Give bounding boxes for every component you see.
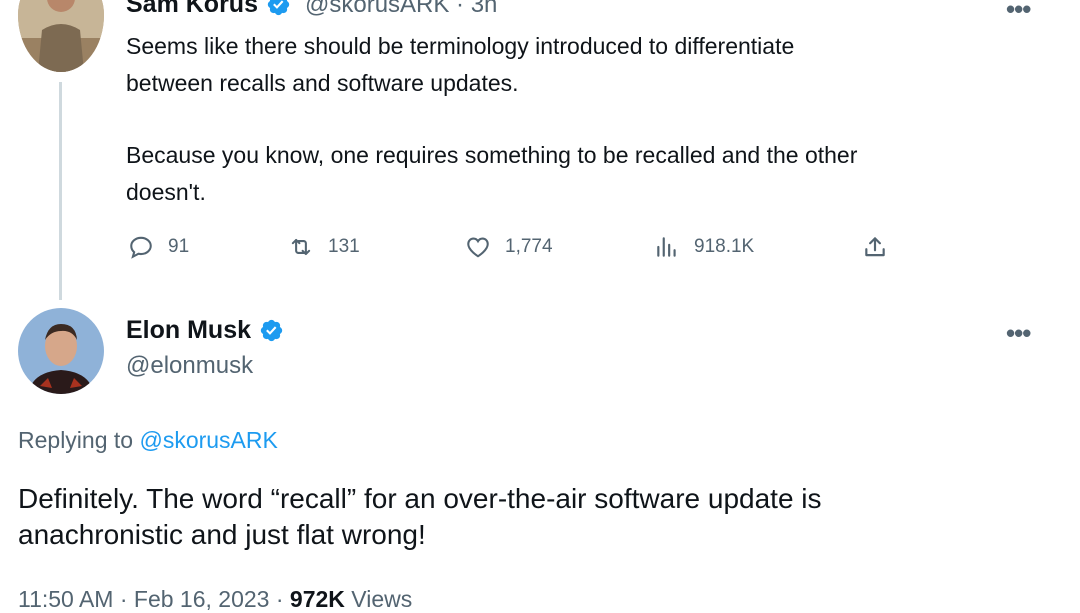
tweet1-text-line2: between recalls and software updates.: [126, 70, 519, 96]
views-icon: [657, 237, 676, 257]
reply-button[interactable]: 91: [128, 234, 189, 260]
share-icon: [865, 237, 885, 257]
reply-icon: [130, 236, 152, 259]
replying-to-handle-link[interactable]: @skorusARK: [139, 427, 277, 453]
tweet1-text: Seems like there should be terminology i…: [126, 28, 1046, 211]
tweet1-text-line3: Because you know, one requires something…: [126, 142, 858, 168]
share-button[interactable]: [862, 234, 888, 260]
retweet-button[interactable]: 131: [288, 234, 360, 260]
author-handle-time[interactable]: @skorusARK · 3h: [305, 0, 497, 19]
tweet2-meta: 11:50 AM · Feb 16, 2023 · 972K Views: [18, 586, 412, 613]
views-label: Views: [344, 586, 413, 612]
like-button[interactable]: 1,774: [465, 234, 553, 260]
like-count: 1,774: [505, 236, 553, 257]
retweet-count: 131: [328, 236, 360, 257]
replying-to-prefix: Replying to: [18, 427, 140, 453]
elon-musk-avatar[interactable]: [18, 308, 104, 394]
retweet-icon: [291, 238, 311, 256]
author-name[interactable]: Sam Korus: [126, 0, 258, 19]
views-count: 918.1K: [694, 236, 755, 257]
tweet2-more-icon[interactable]: •••: [1006, 318, 1031, 349]
verified-badge-icon: [266, 0, 291, 17]
views-button[interactable]: 918.1K: [654, 234, 754, 260]
views-count: 972K: [289, 586, 345, 612]
author-handle[interactable]: @elonmusk: [126, 352, 253, 380]
tweet2-text-line1: Definitely. The word “recall” for an ove…: [18, 483, 822, 514]
tweet1-more-icon[interactable]: •••: [1006, 0, 1031, 25]
tweet2-text: Definitely. The word “recall” for an ove…: [18, 481, 1058, 553]
author-name[interactable]: Elon Musk: [126, 316, 251, 345]
reply-count: 91: [168, 236, 190, 257]
sam-korus-avatar[interactable]: [18, 0, 104, 72]
tweet1-header: Sam Korus @skorusARK · 3h: [126, 0, 497, 19]
tweet2-header: Elon Musk: [126, 316, 284, 345]
tweet1-text-line4: doesn't.: [126, 179, 206, 205]
thread-line: [59, 82, 62, 300]
like-icon: [467, 237, 489, 258]
tweet2-text-line2: anachronistic and just flat wrong!: [18, 519, 426, 550]
tweet-timestamp-link[interactable]: 11:50 AM · Feb 16, 2023 ·: [18, 586, 290, 612]
verified-badge-icon: [259, 318, 284, 343]
replying-to: Replying to @skorusARK: [18, 427, 278, 454]
tweet1-text-line1: Seems like there should be terminology i…: [126, 33, 795, 59]
